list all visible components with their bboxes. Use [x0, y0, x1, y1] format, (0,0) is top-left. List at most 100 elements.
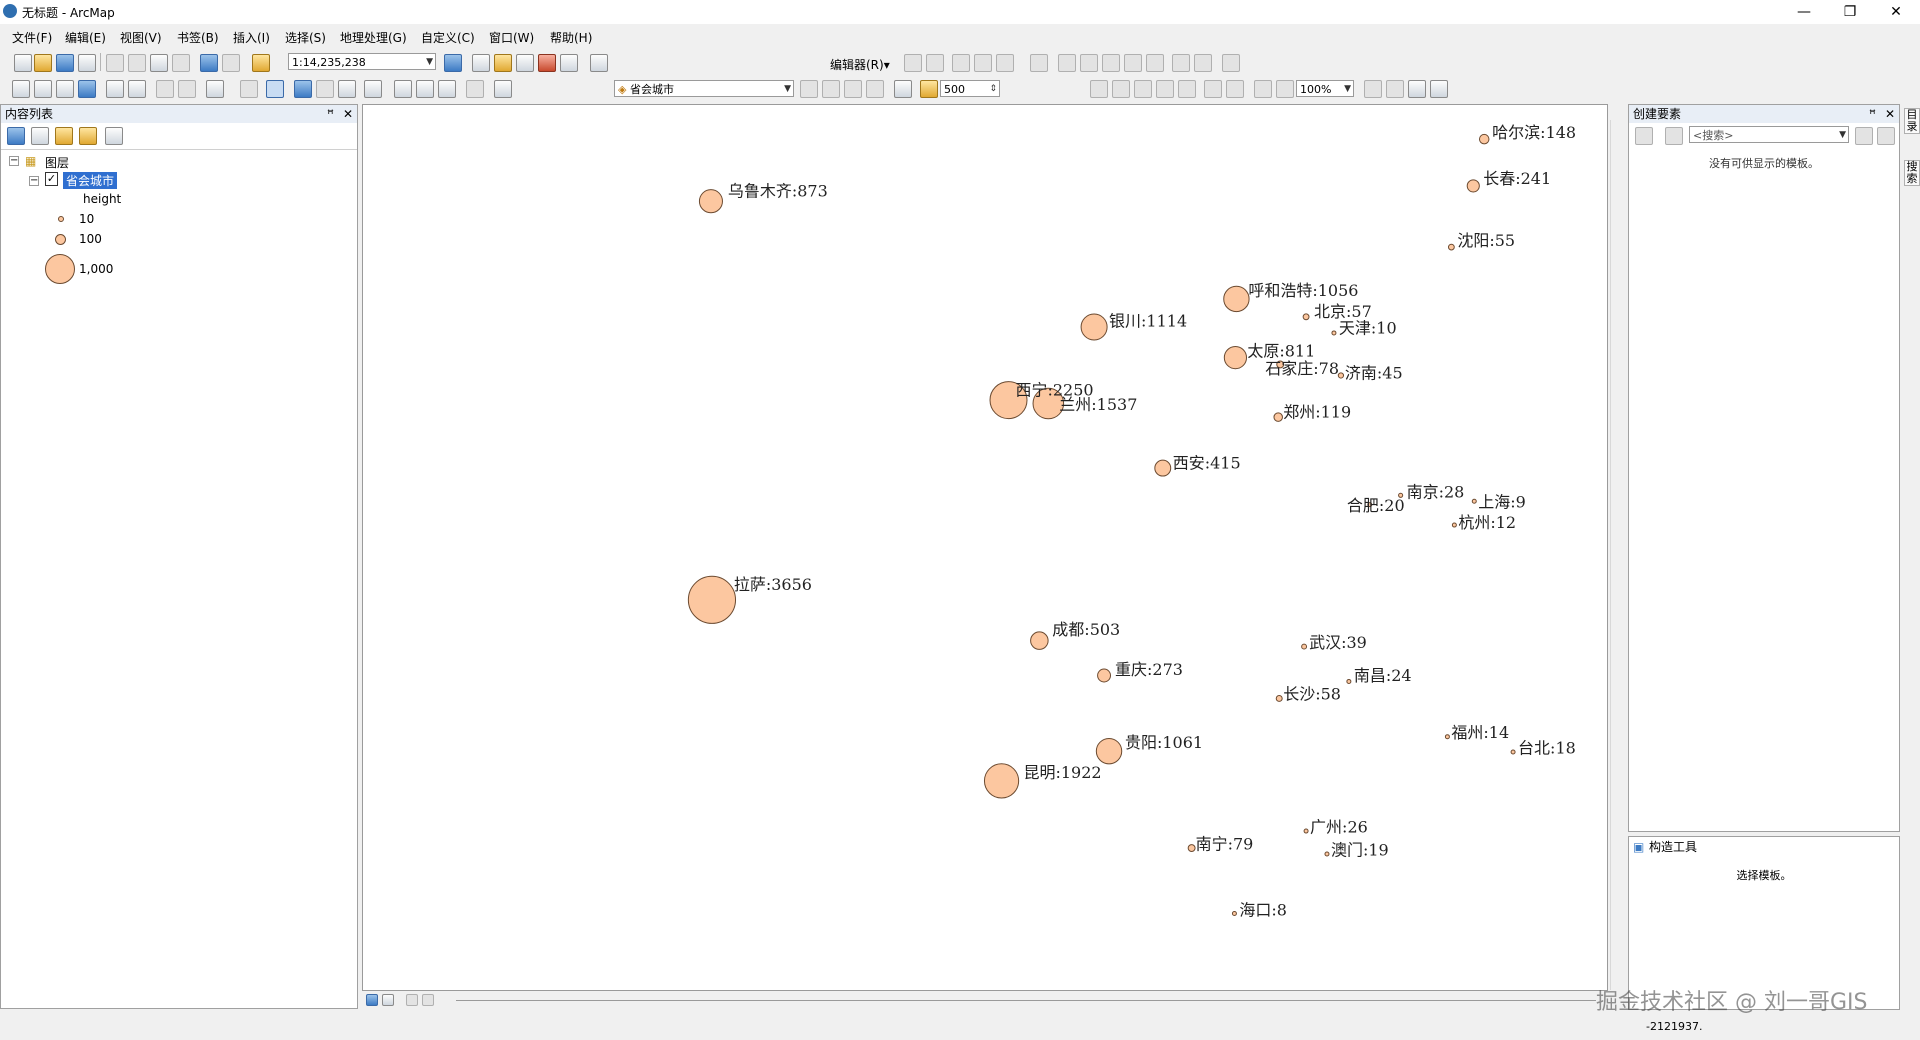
map-canvas[interactable]: 乌鲁木齐:873哈尔滨:148长春:241沈阳:55呼和浩特:1056北京:57…	[363, 105, 1607, 990]
layout-pan-icon[interactable]	[1134, 80, 1152, 98]
city-symbol-29[interactable]	[1303, 828, 1309, 834]
focus-data-frame-icon[interactable]	[1386, 80, 1404, 98]
create-viewer-window-icon[interactable]	[494, 80, 512, 98]
menu-bookmarks[interactable]: 书签(B)	[177, 29, 219, 46]
city-symbol-31[interactable]	[1324, 851, 1330, 857]
map-vertical-scrollbar[interactable]	[1610, 120, 1625, 990]
layer-visibility-checkbox[interactable]: ✓	[45, 172, 58, 186]
city-symbol-5[interactable]	[1302, 313, 1310, 321]
edit-tool-icon[interactable]	[904, 54, 922, 72]
trace-icon[interactable]	[996, 54, 1014, 72]
layout-zoom-in-icon[interactable]	[1090, 80, 1108, 98]
city-symbol-23[interactable]	[1346, 678, 1352, 684]
close-icon[interactable]: ✕	[1885, 105, 1895, 123]
menu-view[interactable]: 视图(V)	[120, 29, 162, 46]
create-features-icon[interactable]	[1194, 54, 1212, 72]
filter-icon[interactable]	[1635, 127, 1653, 145]
model-builder-icon[interactable]	[590, 54, 608, 72]
collapse-icon[interactable]: −	[29, 176, 39, 186]
forward-extent-icon[interactable]	[178, 80, 196, 98]
delete-icon[interactable]	[172, 54, 190, 72]
list-by-source-icon[interactable]	[31, 127, 49, 145]
restore-button[interactable]: ❐	[1830, 2, 1870, 22]
zoom-in-icon[interactable]	[12, 80, 30, 98]
city-symbol-1[interactable]	[1478, 133, 1490, 145]
city-symbol-10[interactable]	[1337, 372, 1345, 379]
rotate-tool-icon[interactable]	[1080, 54, 1098, 72]
find-binoculars-icon[interactable]	[394, 80, 412, 98]
city-symbol-21[interactable]	[1301, 643, 1308, 650]
clear-search-icon[interactable]	[1877, 127, 1895, 145]
full-extent-globe-icon[interactable]	[78, 80, 96, 98]
layout-forward-icon[interactable]	[1276, 80, 1294, 98]
editor-options-icon[interactable]	[1222, 54, 1240, 72]
city-symbol-3[interactable]	[1447, 243, 1455, 251]
menu-geoprocessing[interactable]: 地理处理(G)	[340, 29, 407, 46]
city-symbol-20[interactable]	[1030, 631, 1049, 650]
pause-drawing-icon[interactable]	[422, 994, 434, 1006]
list-by-visibility-icon[interactable]	[55, 127, 73, 145]
snap-edge-icon[interactable]	[866, 80, 884, 98]
scale-combo[interactable]: 1:14,235,238 ▼	[288, 53, 436, 70]
horizontal-scrollbar[interactable]	[456, 1000, 1596, 1001]
data-driven-pages-icon[interactable]	[1430, 80, 1448, 98]
attributes-icon[interactable]	[1172, 54, 1190, 72]
time-slider-icon[interactable]	[466, 80, 484, 98]
copy-icon[interactable]	[128, 54, 146, 72]
add-data-icon[interactable]	[252, 54, 270, 72]
go-to-xy-icon[interactable]	[438, 80, 456, 98]
endpoint-arc-icon[interactable]	[974, 54, 992, 72]
city-symbol-28[interactable]	[983, 763, 1020, 799]
city-symbol-0[interactable]	[698, 189, 723, 214]
zoom-whole-page-icon[interactable]	[1156, 80, 1174, 98]
city-symbol-7[interactable]	[1080, 313, 1108, 341]
find-route-icon[interactable]	[416, 80, 434, 98]
paste-icon[interactable]	[150, 54, 168, 72]
pin-icon[interactable]: ꟸ	[327, 105, 334, 123]
menu-selection[interactable]: 选择(S)	[285, 29, 326, 46]
city-symbol-25[interactable]	[1095, 737, 1123, 765]
menu-windows[interactable]: 窗口(W)	[489, 29, 534, 46]
identify-icon[interactable]	[294, 80, 312, 98]
city-symbol-2[interactable]	[1466, 179, 1480, 193]
cut-icon[interactable]	[106, 54, 124, 72]
close-icon[interactable]: ✕	[343, 105, 353, 123]
city-symbol-32[interactable]	[1231, 911, 1237, 916]
zoom-100-icon[interactable]	[1178, 80, 1196, 98]
minimize-button[interactable]: —	[1784, 2, 1824, 22]
split-tool-icon[interactable]	[1058, 54, 1076, 72]
snap-point-icon[interactable]	[800, 80, 818, 98]
toc-options-icon[interactable]	[105, 127, 123, 145]
measure-icon[interactable]	[364, 80, 382, 98]
city-symbol-13[interactable]	[1273, 412, 1283, 422]
layout-fixed-zoom-out-icon[interactable]	[1226, 80, 1244, 98]
layout-back-icon[interactable]	[1254, 80, 1272, 98]
pan-hand-icon[interactable]	[56, 80, 74, 98]
save-icon[interactable]	[56, 54, 74, 72]
list-by-selection-icon[interactable]	[79, 127, 97, 145]
undo-icon[interactable]	[200, 54, 218, 72]
html-popup-icon[interactable]	[338, 80, 356, 98]
layout-zoom-out-icon[interactable]	[1112, 80, 1130, 98]
straight-segment-icon[interactable]	[952, 54, 970, 72]
list-by-drawing-order-icon[interactable]	[7, 127, 25, 145]
city-symbol-17[interactable]	[1471, 498, 1477, 504]
cut-polygons-icon[interactable]	[1102, 54, 1120, 72]
catalog-window-icon[interactable]	[494, 54, 512, 72]
city-symbol-6[interactable]	[1331, 330, 1337, 336]
refresh-icon[interactable]	[406, 994, 418, 1006]
data-view-icon[interactable]	[366, 994, 378, 1006]
search-tab[interactable]: 搜索	[1904, 160, 1920, 186]
snap-vertex-icon[interactable]	[844, 80, 862, 98]
map-view[interactable]: 乌鲁木齐:873 哈尔滨:148 长春:241 沈阳:55 呼和浩特:1056 北京:57…	[362, 104, 1608, 991]
city-symbol-30[interactable]	[1187, 844, 1196, 853]
target-layer-combo[interactable]: ◈ 省会城市 ▼	[614, 80, 794, 97]
select-by-rectangle-icon[interactable]	[206, 80, 224, 98]
city-symbol-26[interactable]	[1444, 734, 1450, 740]
menu-insert[interactable]: 插入(I)	[233, 29, 270, 46]
snap-end-icon[interactable]	[822, 80, 840, 98]
menu-help[interactable]: 帮助(H)	[550, 29, 592, 46]
back-extent-icon[interactable]	[156, 80, 174, 98]
city-symbol-22[interactable]	[1097, 668, 1111, 683]
zoom-out-icon[interactable]	[34, 80, 52, 98]
